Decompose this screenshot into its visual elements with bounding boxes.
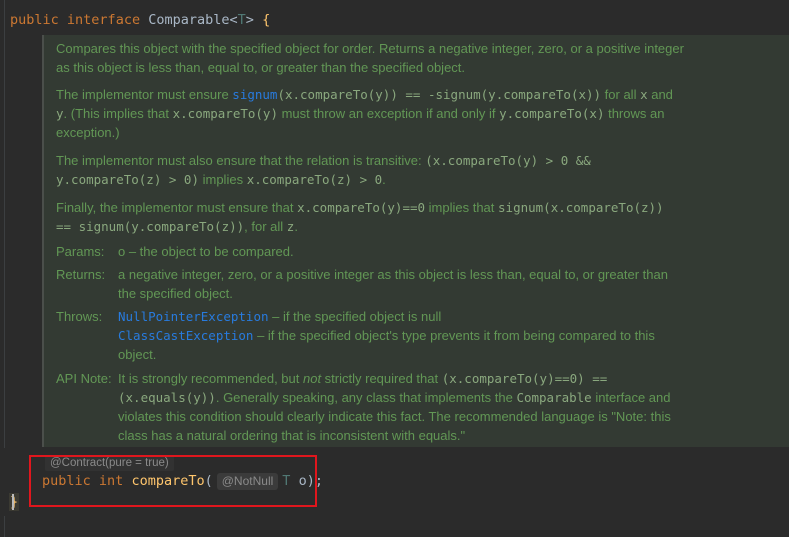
apinote-value: It is strongly recommended, but not stri… (118, 371, 671, 443)
rendered-javadoc: Compares this object with the specified … (42, 35, 789, 447)
keyword-interface: interface (66, 12, 141, 28)
returns-label: Returns: (56, 267, 106, 282)
returns-value: a negative integer, zero, or a positive … (118, 267, 668, 301)
interface-name[interactable]: Comparable (148, 12, 229, 28)
type-parameter: T (237, 12, 246, 28)
params-value: o – the object to be compared. (118, 244, 294, 259)
doc-paragraph-transitive: The implementor must also ensure that th… (56, 153, 591, 187)
generic-open: < (229, 12, 238, 28)
doc-paragraph-finally: Finally, the implementor must ensure tha… (56, 200, 664, 234)
red-highlight-box (29, 455, 317, 507)
signum-link[interactable]: signum (232, 87, 277, 102)
cce-link[interactable]: ClassCastException (118, 328, 253, 343)
apinote-label: API Note: (56, 371, 112, 386)
interface-declaration[interactable]: public interface Comparable<T> { (10, 10, 270, 30)
keyword-public: public (10, 12, 59, 28)
doc-summary: Compares this object with the specified … (56, 41, 684, 75)
params-label: Params: (56, 244, 105, 259)
generic-close: > (245, 12, 254, 28)
doc-paragraph-symmetry: The implementor must ensure signum(x.com… (56, 87, 673, 140)
text-caret (12, 494, 14, 510)
open-brace: { (262, 12, 271, 28)
throws-label: Throws: (56, 309, 103, 324)
throws-value: NullPointerException – if the specified … (118, 309, 655, 362)
npe-link[interactable]: NullPointerException (118, 309, 269, 324)
